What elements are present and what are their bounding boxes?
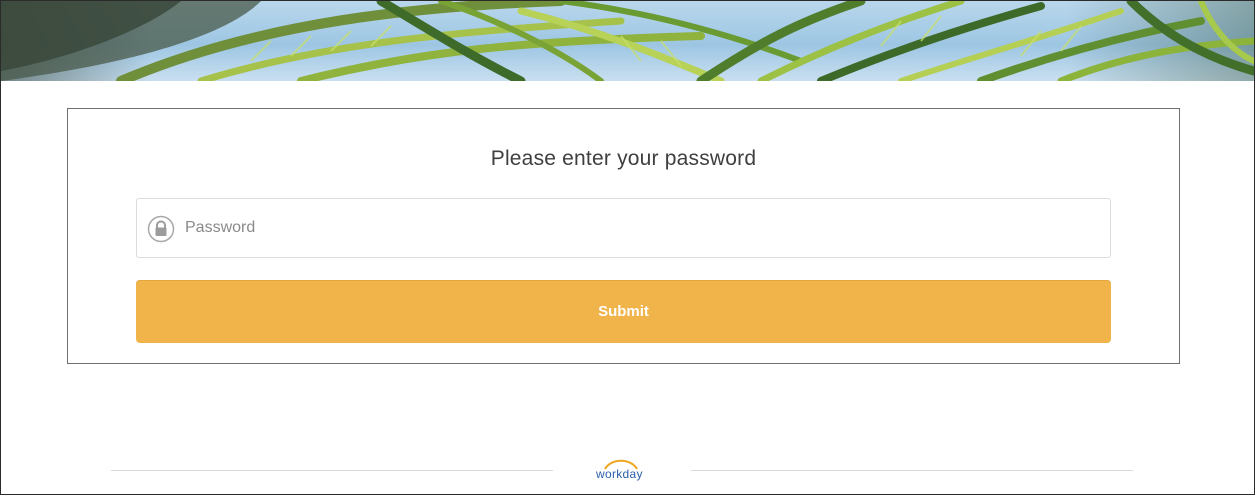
footer-divider-right	[691, 470, 1133, 471]
password-card: Please enter your password Submit	[67, 108, 1180, 364]
workday-logo-text: workday	[596, 467, 643, 481]
workday-logo: workday	[591, 456, 671, 486]
password-field-container[interactable]	[136, 198, 1111, 258]
palm-banner-image	[1, 1, 1254, 81]
submit-button[interactable]: Submit	[136, 280, 1111, 343]
page-title: Please enter your password	[490, 147, 757, 170]
password-input[interactable]	[185, 199, 1085, 257]
footer-divider-left	[111, 470, 553, 471]
login-page: Please enter your password Submit workda…	[0, 0, 1255, 495]
lock-icon	[147, 215, 175, 243]
palm-leaves-illustration	[1, 1, 1254, 81]
